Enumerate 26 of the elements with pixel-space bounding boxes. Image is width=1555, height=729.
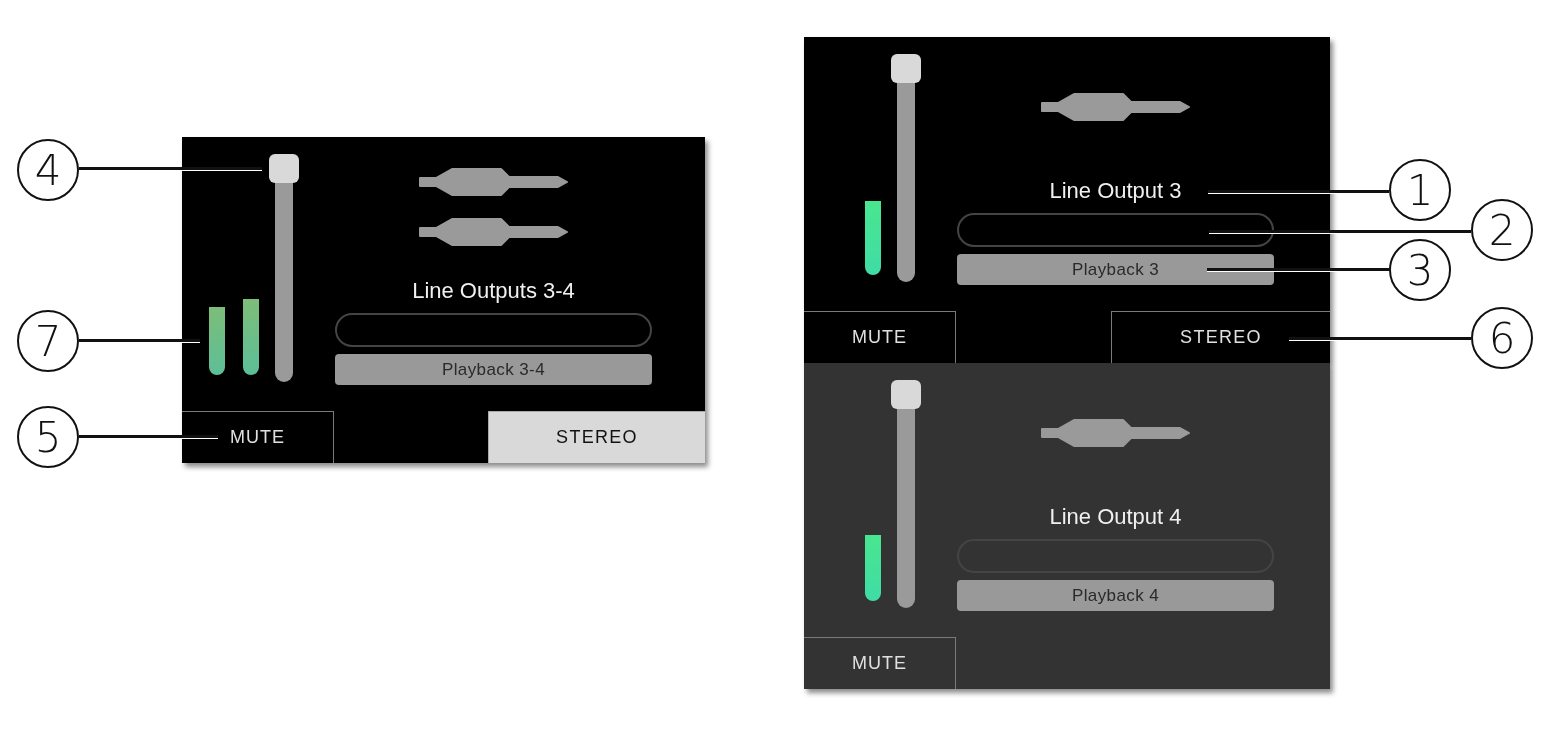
volume-fader[interactable] bbox=[891, 380, 921, 608]
callout-number: 7 bbox=[17, 310, 79, 372]
jack-plug-icon bbox=[1040, 418, 1191, 448]
callout-number: 6 bbox=[1471, 307, 1533, 369]
source-selector[interactable]: Playback 3-4 bbox=[335, 354, 652, 385]
channel-name: Line Output 3 bbox=[1049, 177, 1182, 205]
source-selector[interactable]: Playback 3 bbox=[957, 254, 1274, 285]
channel-name: Line Outputs 3-4 bbox=[412, 277, 575, 305]
volume-fader[interactable] bbox=[891, 54, 921, 282]
callout-number: 5 bbox=[17, 406, 79, 468]
callout-number: 4 bbox=[17, 139, 79, 201]
source-selector[interactable]: Playback 4 bbox=[957, 580, 1274, 611]
callout-number: 2 bbox=[1471, 199, 1533, 261]
callout-number: 3 bbox=[1389, 239, 1451, 301]
callout-number: 1 bbox=[1389, 159, 1451, 221]
jack-plug-icon bbox=[418, 167, 569, 197]
volume-fader[interactable] bbox=[269, 154, 299, 382]
name-field[interactable] bbox=[335, 313, 652, 347]
fader-handle[interactable] bbox=[269, 154, 299, 183]
fader-handle[interactable] bbox=[891, 54, 921, 83]
mute-button[interactable]: MUTE bbox=[804, 637, 956, 689]
jack-plug-icon bbox=[418, 217, 569, 247]
jack-plug-icon bbox=[1040, 92, 1191, 122]
channel-name: Line Output 4 bbox=[1049, 503, 1182, 531]
stereo-button[interactable]: STEREO bbox=[488, 411, 705, 463]
fader-handle[interactable] bbox=[891, 380, 921, 409]
